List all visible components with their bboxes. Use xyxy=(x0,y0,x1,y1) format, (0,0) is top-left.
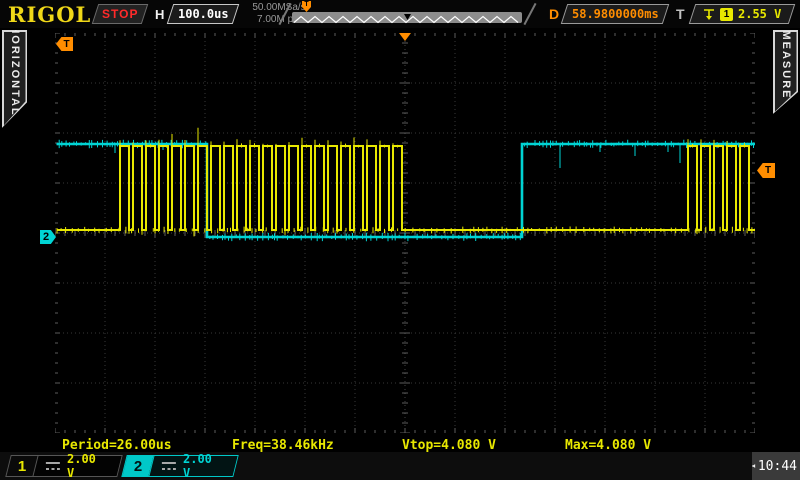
waveform-traces xyxy=(55,33,755,433)
run-state-badge[interactable]: STOP xyxy=(92,4,148,24)
tab-horizontal-label: HORIZONTAL xyxy=(9,26,21,117)
measurement-freq: Freq=38.46kHz xyxy=(232,438,334,453)
trigger-level-value: 2.55 V xyxy=(738,7,781,21)
falling-edge-icon xyxy=(703,7,715,21)
channel1-scale: 2.00 V xyxy=(67,452,109,480)
channel2-scale: 2.00 V xyxy=(183,452,225,480)
status-bar: 1 2.00 V 2 2.00 V 10:44 xyxy=(0,452,800,480)
horizontal-menu-label: H xyxy=(155,7,164,22)
trigger-source-badge: 1 xyxy=(720,8,733,21)
measurement-max: Max=4.080 V xyxy=(565,438,651,453)
speaker-icon xyxy=(752,460,756,472)
delay-position-marker[interactable] xyxy=(399,33,411,41)
top-bar: RIGOL STOP H 100.0us 50.00MSa/s 7.00M pt… xyxy=(0,0,800,28)
clock-panel: 10:44 xyxy=(752,452,800,480)
ch2-ground-marker[interactable]: 2 xyxy=(40,230,56,244)
memory-waveform-icon xyxy=(292,14,522,25)
separator xyxy=(523,3,536,25)
trigger-label: T xyxy=(676,6,685,22)
dc-coupling-icon xyxy=(162,462,176,471)
delay-label: D xyxy=(549,6,559,22)
delay-value-box[interactable]: 58.9800000ms xyxy=(561,4,669,24)
delay-value: 58.9800000ms xyxy=(572,7,659,21)
tab-horizontal[interactable]: HORIZONTAL xyxy=(2,30,27,128)
run-state-text: STOP xyxy=(102,7,138,21)
channel1-status[interactable]: 1 2.00 V xyxy=(5,455,122,477)
channel2-status[interactable]: 2 2.00 V xyxy=(121,455,238,477)
dc-coupling-icon xyxy=(46,462,60,471)
trigger-settings-box[interactable]: 1 2.55 V xyxy=(689,4,795,24)
measurement-vtop: Vtop=4.080 V xyxy=(402,438,496,453)
channel1-scale-box: 2.00 V xyxy=(33,456,122,476)
measurement-period: Period=26.00us xyxy=(62,438,172,453)
clock-time: 10:44 xyxy=(758,459,797,474)
channel2-scale-box: 2.00 V xyxy=(149,456,238,476)
waveform-display xyxy=(55,33,755,433)
trigger-level-marker[interactable]: T xyxy=(757,163,775,178)
rigol-logo: RIGOL xyxy=(8,2,91,27)
memory-position-bar[interactable] xyxy=(292,12,522,23)
tab-measure-label: MEASURE xyxy=(780,31,792,100)
timebase-box[interactable]: 100.0us xyxy=(167,4,239,24)
timebase-value: 100.0us xyxy=(178,7,229,21)
tab-measure[interactable]: MEASURE xyxy=(773,30,798,114)
oscilloscope-screen: RIGOL STOP H 100.0us 50.00MSa/s 7.00M pt… xyxy=(0,0,800,480)
